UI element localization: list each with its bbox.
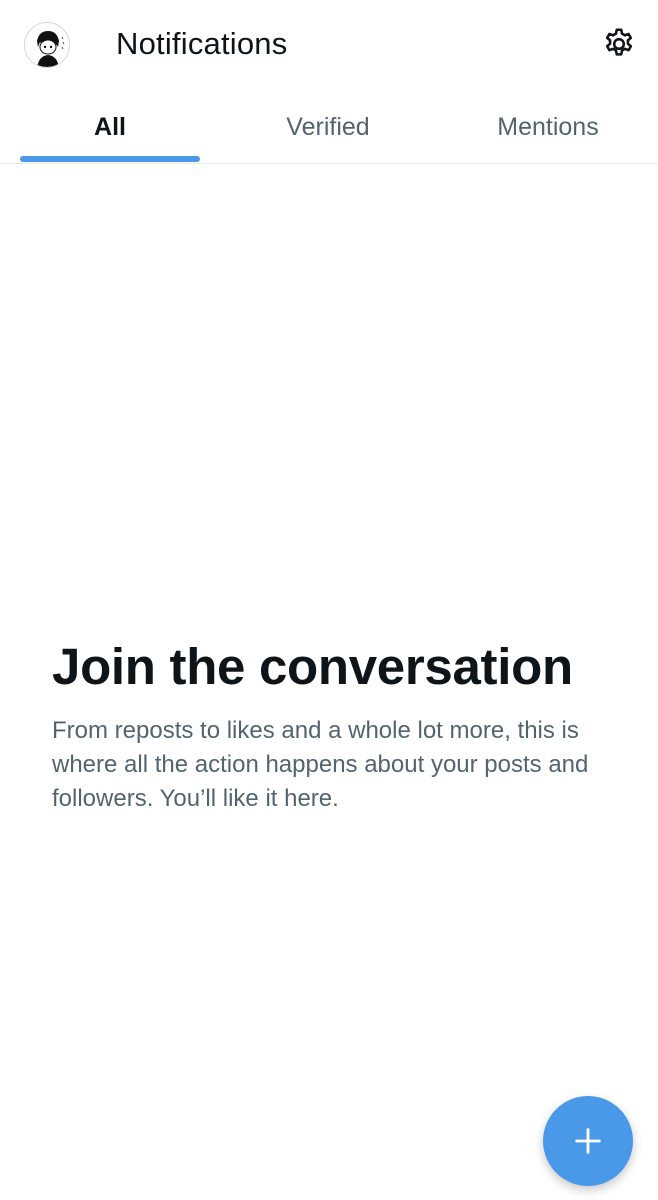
page-title: Notifications — [116, 26, 288, 61]
empty-state: Join the conversation From reposts to li… — [52, 636, 622, 816]
compose-post-button[interactable] — [543, 1096, 633, 1186]
tab-verified[interactable]: Verified — [238, 92, 418, 163]
notification-tabs: All Verified Mentions — [0, 92, 658, 164]
empty-state-title: Join the conversation — [52, 638, 573, 695]
avatar[interactable] — [24, 22, 70, 68]
tab-mentions[interactable]: Mentions — [458, 92, 638, 163]
plus-icon — [575, 1128, 601, 1154]
top-app-bar: Notifications — [0, 0, 658, 90]
empty-state-body: From reposts to likes and a whole lot mo… — [52, 717, 589, 812]
tab-all[interactable]: All — [20, 92, 200, 163]
settings-button[interactable] — [598, 23, 640, 65]
active-tab-indicator — [20, 156, 200, 162]
avatar-illustration-icon — [25, 23, 69, 67]
notifications-screen: Notifications All Verified Mentions Join… — [0, 0, 658, 1200]
gear-icon — [605, 28, 633, 56]
